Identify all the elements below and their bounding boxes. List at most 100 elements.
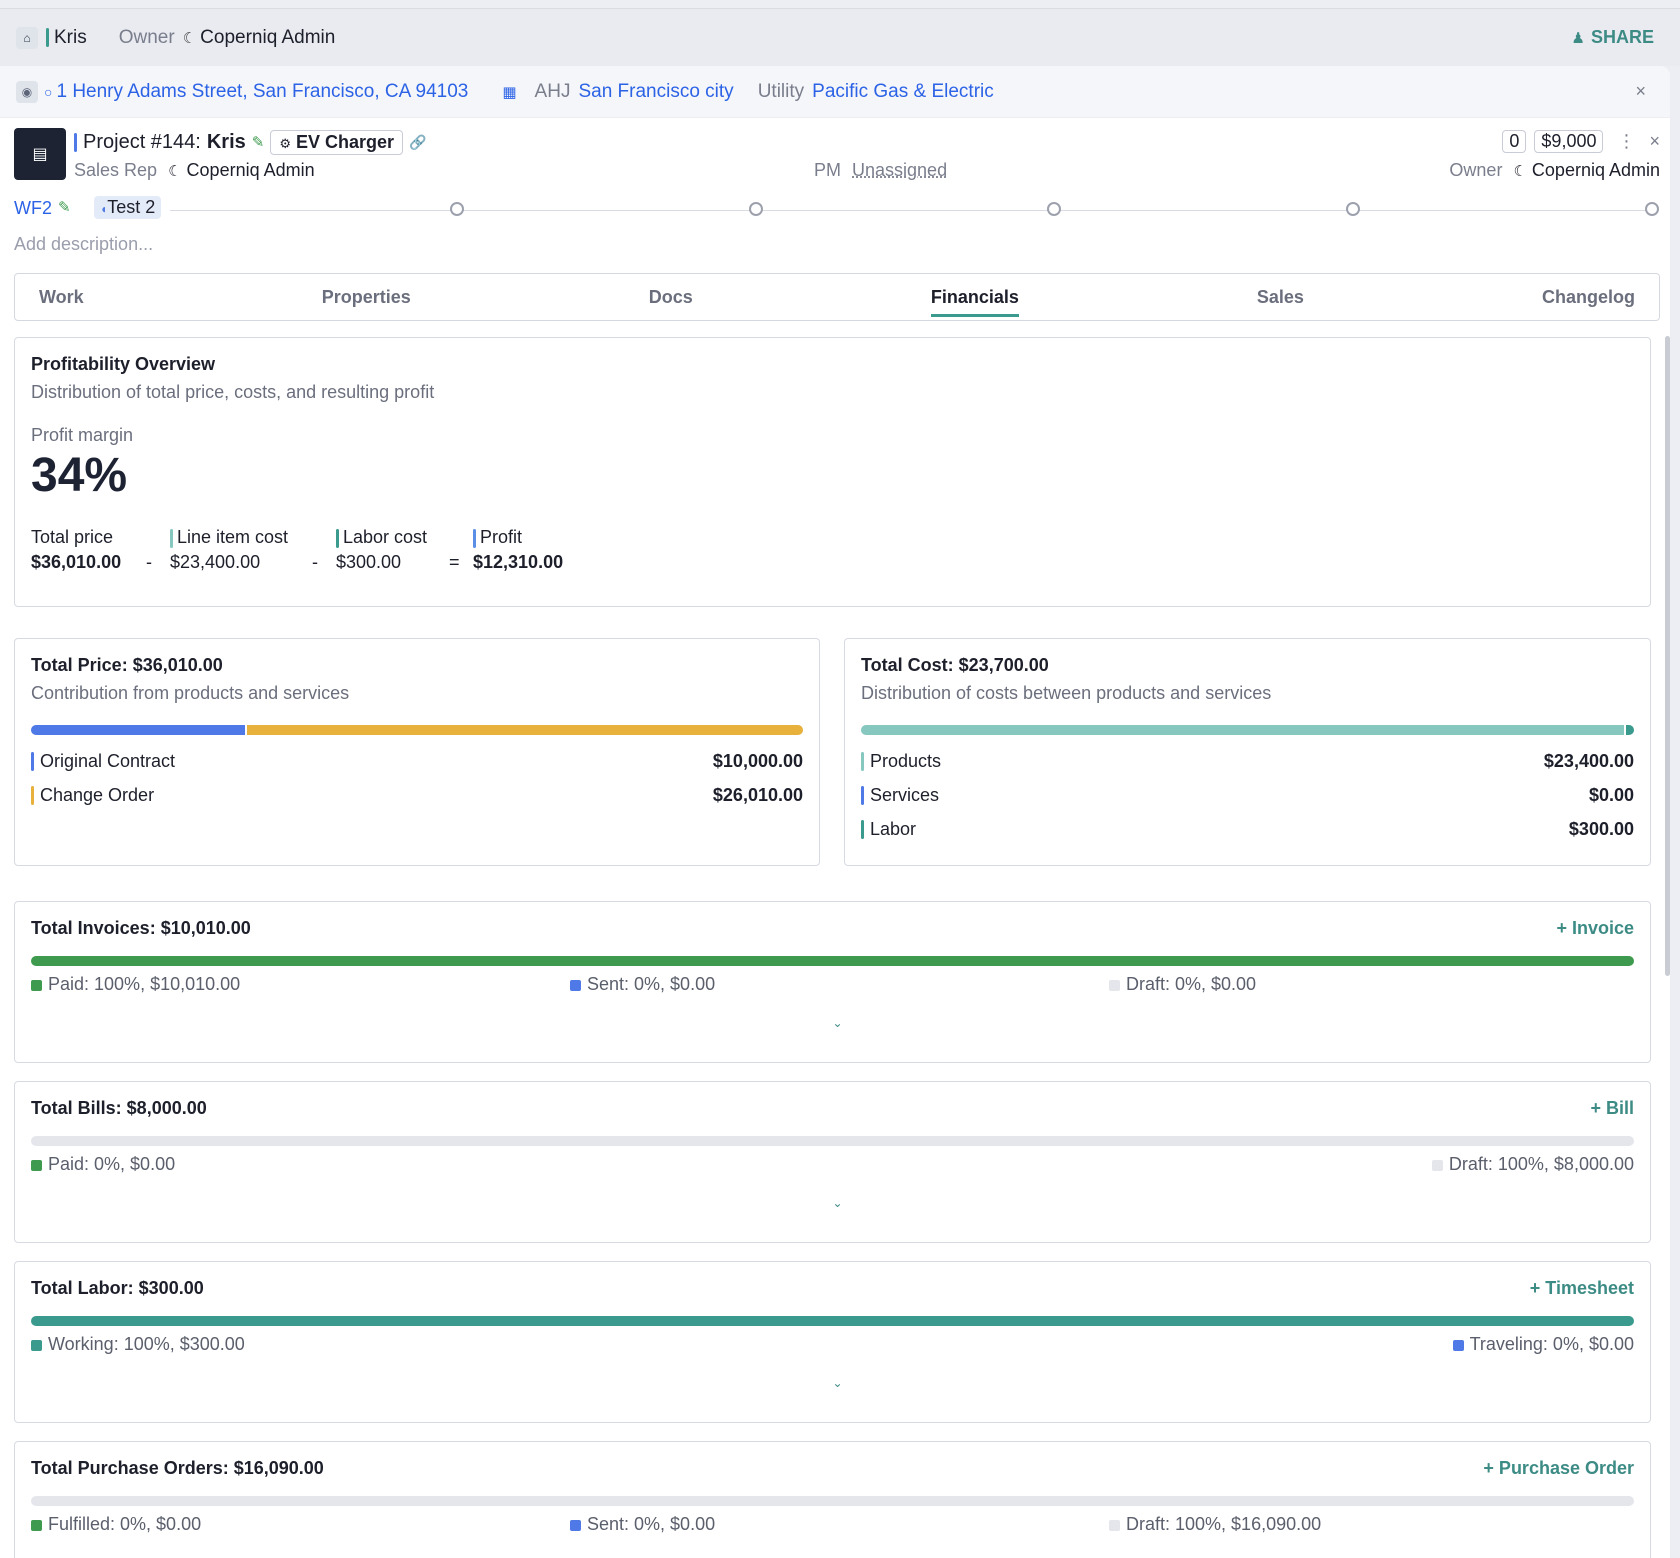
share-label: SHARE bbox=[1590, 27, 1654, 47]
utility-link[interactable]: Pacific Gas & Electric bbox=[812, 81, 994, 103]
invoices-paid-stat: Paid: 100%, $10,010.00 bbox=[31, 974, 240, 995]
profit-margin-value: 34% bbox=[31, 449, 128, 502]
edit-workflow-icon[interactable]: ✎ bbox=[58, 198, 71, 216]
profitability-subtitle: Distribution of total price, costs, and … bbox=[31, 382, 435, 402]
users-icon: ♟ bbox=[1571, 29, 1585, 47]
sent-swatch bbox=[570, 980, 581, 991]
scrollbar[interactable] bbox=[1665, 336, 1670, 976]
stage-chip[interactable]: ◖Test 2 bbox=[94, 196, 162, 219]
close-address-icon[interactable]: × bbox=[1635, 81, 1646, 102]
workflow-row: WF2 ✎ ◖Test 2 bbox=[14, 196, 1660, 226]
location-icon[interactable]: ◉ bbox=[16, 80, 38, 103]
tab-work[interactable]: Work bbox=[39, 287, 84, 308]
sales-rep-name[interactable]: Coperniq Admin bbox=[187, 160, 315, 180]
project-number: Project #144: bbox=[83, 130, 201, 153]
products-swatch bbox=[861, 752, 864, 771]
stage-dot-4[interactable] bbox=[1346, 202, 1360, 216]
count-badge: 0 bbox=[1502, 130, 1527, 153]
more-icon[interactable]: ⋮ bbox=[1617, 131, 1635, 152]
po-draft-stat: Draft: 100%, $16,090.00 bbox=[1109, 1514, 1321, 1535]
project-roles: Sales Rep ☾ Coperniq Admin PM Unassigned… bbox=[74, 160, 1660, 186]
topbar-owner-name[interactable]: Coperniq Admin bbox=[200, 27, 335, 49]
share-button[interactable]: ♟ SHARE bbox=[1572, 27, 1654, 48]
profit-margin-label: Profit margin bbox=[31, 425, 134, 445]
services-label: Services bbox=[870, 785, 940, 805]
line-item-bar bbox=[170, 528, 173, 548]
products-value: $23,400.00 bbox=[1543, 751, 1634, 771]
project-title: Project #144: Kris ✎ ⚙ EV Charger 🔗 bbox=[74, 128, 427, 156]
total-price-item: Total price $36,010.00 bbox=[31, 527, 121, 573]
po-draft-text: Draft: 100%, $16,090.00 bbox=[1126, 1514, 1322, 1534]
labor-swatch bbox=[861, 820, 864, 839]
labor-working-stat: Working: 100%, $300.00 bbox=[31, 1334, 245, 1355]
add-invoice-button[interactable]: + Invoice bbox=[1556, 918, 1634, 939]
edit-name-icon[interactable]: ✎ bbox=[252, 133, 265, 151]
owner-name[interactable]: Coperniq Admin bbox=[1532, 160, 1660, 180]
tab-changelog[interactable]: Changelog bbox=[1542, 287, 1635, 308]
workflow-name[interactable]: WF2 bbox=[14, 198, 52, 219]
stage-dot-2[interactable] bbox=[749, 202, 763, 216]
bills-bar bbox=[31, 1136, 1634, 1146]
building-icon: ▤ bbox=[32, 146, 48, 163]
legend-change-order: Change Order $26,010.00 bbox=[31, 785, 803, 806]
stage-label: Test 2 bbox=[107, 197, 156, 217]
original-contract-label: Original Contract bbox=[40, 751, 176, 771]
title-color-bar bbox=[74, 132, 77, 152]
invoices-paid-fill bbox=[31, 956, 1634, 966]
expand-labor-icon[interactable]: ⌄ bbox=[833, 1376, 843, 1390]
labor-traveling-text: Traveling: 0%, $0.00 bbox=[1469, 1334, 1634, 1354]
equals-sign: = bbox=[449, 552, 460, 572]
stage-dot-5[interactable] bbox=[1645, 202, 1659, 216]
expand-invoices-icon[interactable]: ⌄ bbox=[833, 1016, 843, 1030]
pm-value[interactable]: Unassigned bbox=[852, 160, 947, 180]
add-purchase-order-button[interactable]: + Purchase Order bbox=[1483, 1458, 1634, 1479]
owner-field: Owner ☾ Coperniq Admin bbox=[1449, 160, 1660, 181]
draft-swatch bbox=[1109, 980, 1120, 991]
tab-properties[interactable]: Properties bbox=[322, 287, 411, 308]
purchase-orders-title: Total Purchase Orders: $16,090.00 bbox=[31, 1458, 324, 1478]
bar-segment-change-order bbox=[245, 725, 803, 735]
project-type-label: EV Charger bbox=[296, 131, 395, 152]
pm-field: PM Unassigned bbox=[814, 160, 947, 181]
expand-bills-icon[interactable]: ⌄ bbox=[833, 1196, 843, 1210]
tab-sales[interactable]: Sales bbox=[1257, 287, 1304, 308]
home-icon[interactable]: ⌂ bbox=[16, 26, 38, 49]
link-icon[interactable]: 🔗 bbox=[409, 134, 426, 151]
tab-docs[interactable]: Docs bbox=[649, 287, 693, 308]
total-cost-title: Total Cost: $23,700.00 bbox=[861, 655, 1049, 675]
labor-label: Labor bbox=[870, 819, 917, 839]
description-input[interactable]: Add description... bbox=[14, 234, 153, 255]
map-icon[interactable]: ▦ bbox=[502, 83, 516, 101]
sales-rep-icon: ☾ bbox=[168, 163, 182, 180]
invoices-sent-text: Sent: 0%, $0.00 bbox=[587, 974, 716, 994]
profitability-card: Profitability Overview Distribution of t… bbox=[14, 337, 1651, 607]
add-bill-button[interactable]: + Bill bbox=[1590, 1098, 1634, 1119]
project-panel: ◉ ○ 1 Henry Adams Street, San Francisco,… bbox=[0, 66, 1670, 1558]
invoices-bar bbox=[31, 956, 1634, 966]
topbar-project-name[interactable]: Kris bbox=[54, 27, 87, 49]
change-order-swatch bbox=[31, 786, 34, 805]
project-type-chip[interactable]: ⚙ EV Charger bbox=[270, 129, 404, 155]
owner-icon: ☾ bbox=[1513, 163, 1527, 180]
stage-dot-3[interactable] bbox=[1047, 202, 1061, 216]
bills-paid-stat: Paid: 0%, $0.00 bbox=[31, 1154, 175, 1175]
labor-bar bbox=[336, 528, 339, 548]
minus-sign-1: - bbox=[146, 552, 152, 572]
profitability-title: Profitability Overview bbox=[31, 354, 216, 374]
bills-draft-swatch bbox=[1431, 1160, 1443, 1171]
add-timesheet-button[interactable]: + Timesheet bbox=[1530, 1278, 1634, 1299]
tab-financials[interactable]: Financials bbox=[930, 287, 1019, 317]
line-item-cost-item: Line item cost $23,400.00 bbox=[170, 527, 288, 573]
labor-cost-value: $300.00 bbox=[336, 552, 402, 572]
invoices-draft-stat: Draft: 0%, $0.00 bbox=[1109, 974, 1256, 995]
paid-swatch bbox=[31, 980, 42, 991]
bills-title: Total Bills: $8,000.00 bbox=[31, 1098, 207, 1118]
charger-icon: ⚙ bbox=[279, 135, 291, 151]
stage-dot-1[interactable] bbox=[450, 202, 464, 216]
ahj-link[interactable]: San Francisco city bbox=[578, 81, 733, 103]
address-link[interactable]: 1 Henry Adams Street, San Francisco, CA … bbox=[56, 81, 468, 103]
close-project-icon[interactable]: × bbox=[1649, 131, 1660, 152]
po-draft-swatch bbox=[1109, 1520, 1120, 1531]
bills-draft-stat: Draft: 100%, $8,000.00 bbox=[1431, 1154, 1634, 1175]
po-sent-swatch bbox=[570, 1520, 581, 1531]
